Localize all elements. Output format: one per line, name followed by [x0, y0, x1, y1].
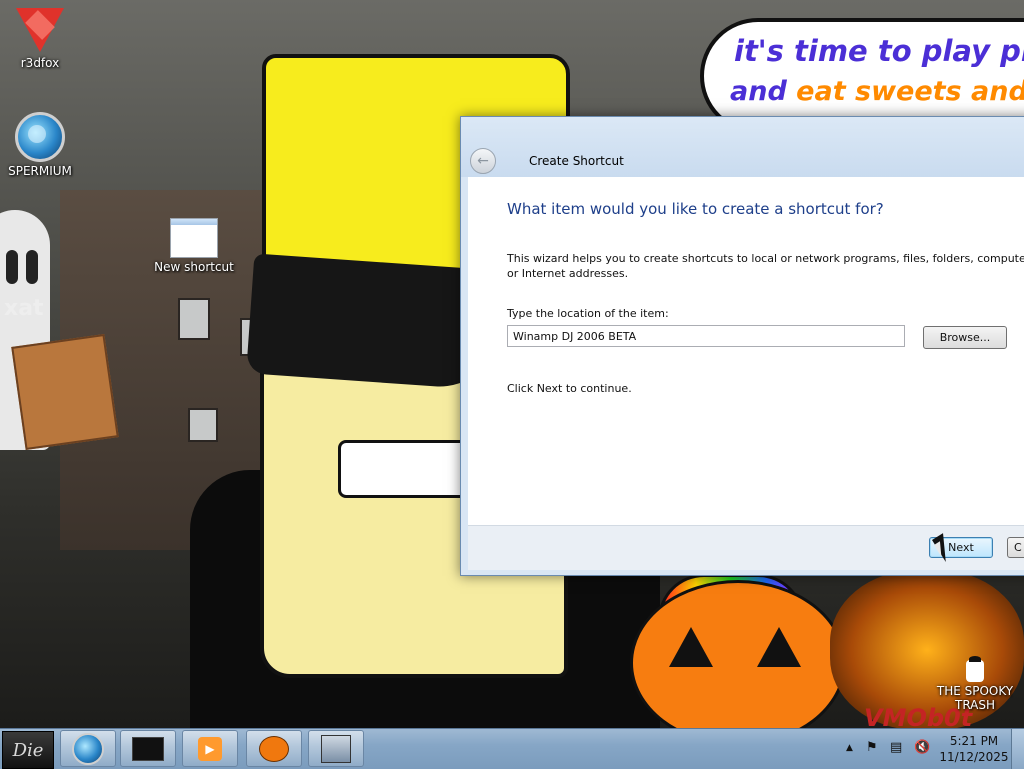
speech-line2-highlight: eat sweets and i — [796, 76, 1024, 107]
wallpaper-paper-bag — [11, 333, 119, 451]
dialog-description: This wizard helps you to create shortcut… — [507, 252, 1024, 280]
desktop-icon-spooky-trash[interactable]: THE SPOOKY TRASH — [935, 656, 1015, 712]
pumpkin-eye — [757, 627, 801, 667]
volume-muted-icon[interactable]: 🔇 — [914, 740, 930, 755]
desktop-icon-spermium[interactable]: SPERMIUM — [0, 112, 80, 178]
shortcut-window-icon — [170, 218, 218, 258]
show-hidden-icons-icon[interactable]: ▲ — [846, 743, 853, 753]
desktop-icon-r3dfox[interactable]: r3dfox — [0, 8, 80, 70]
action-center-flag-icon[interactable]: ⚑ — [866, 740, 878, 755]
r3dfox-icon — [16, 8, 64, 54]
back-button[interactable]: ← — [470, 148, 496, 174]
desktop-icon-label: SPERMIUM — [8, 164, 72, 178]
pumpkin-icon — [259, 735, 289, 762]
taskbar-pumpkin-button[interactable] — [246, 730, 302, 767]
dialog-body: What item would you like to create a sho… — [468, 177, 1024, 525]
ghost-eye — [26, 250, 38, 284]
wallpaper-house-window — [178, 298, 210, 340]
trash-icon — [966, 656, 984, 682]
network-icon[interactable]: ▤ — [890, 740, 902, 755]
speech-bubble-line2: and eat sweets and i — [730, 76, 1024, 107]
dialog-heading: What item would you like to create a sho… — [507, 200, 884, 218]
clock-time: 5:21 PM — [949, 734, 999, 748]
browser-globe-icon — [15, 112, 65, 162]
pumpkin-eye — [669, 627, 713, 667]
create-shortcut-dialog: ← Create Shortcut What item would you li… — [460, 116, 1024, 576]
start-button[interactable]: Die — [2, 731, 54, 769]
cancel-button[interactable]: C — [1007, 537, 1024, 558]
location-input[interactable] — [507, 325, 905, 347]
system-tray: ▲ ⚑ ▤ 🔇 — [840, 729, 950, 769]
desktop-icon-label: New shortcut — [154, 260, 234, 274]
wallpaper-watermark-xat: xat — [4, 296, 44, 321]
show-desktop-button[interactable] — [1011, 729, 1024, 769]
back-arrow-icon: ← — [477, 153, 489, 169]
taskbar: Die ▶ ▲ ⚑ ▤ 🔇 5:21 PM 11/12/2025 — [0, 728, 1024, 769]
taskbar-media-button[interactable]: ▶ — [182, 730, 238, 767]
folder-icon — [132, 736, 164, 761]
speech-bubble-line1: it's time to play pra — [734, 34, 1024, 68]
taskbar-clock[interactable]: 5:21 PM 11/12/2025 — [938, 733, 1010, 765]
clock-date: 11/12/2025 — [939, 750, 1009, 764]
ghost-eye — [6, 250, 18, 284]
wallpaper-house-window — [188, 408, 218, 442]
taskbar-setup-button[interactable] — [308, 730, 364, 767]
browse-button[interactable]: Browse... — [923, 326, 1007, 349]
taskbar-explorer-button[interactable] — [120, 730, 176, 767]
setup-computer-icon — [321, 734, 351, 763]
speech-line2-start: and — [730, 76, 797, 107]
desktop-icon-label: THE SPOOKY TRASH — [936, 684, 1014, 712]
dialog-title: Create Shortcut — [529, 154, 624, 168]
browser-globe-icon — [72, 732, 104, 765]
dialog-header: ← Create Shortcut — [461, 117, 1024, 177]
media-player-icon: ▶ — [198, 736, 222, 761]
continue-hint: Click Next to continue. — [507, 382, 632, 395]
desktop-icon-label: r3dfox — [20, 56, 60, 70]
location-label: Type the location of the item: — [507, 307, 669, 320]
desktop-icon-new-shortcut[interactable]: New shortcut — [154, 218, 234, 274]
taskbar-browser-button[interactable] — [60, 730, 116, 767]
